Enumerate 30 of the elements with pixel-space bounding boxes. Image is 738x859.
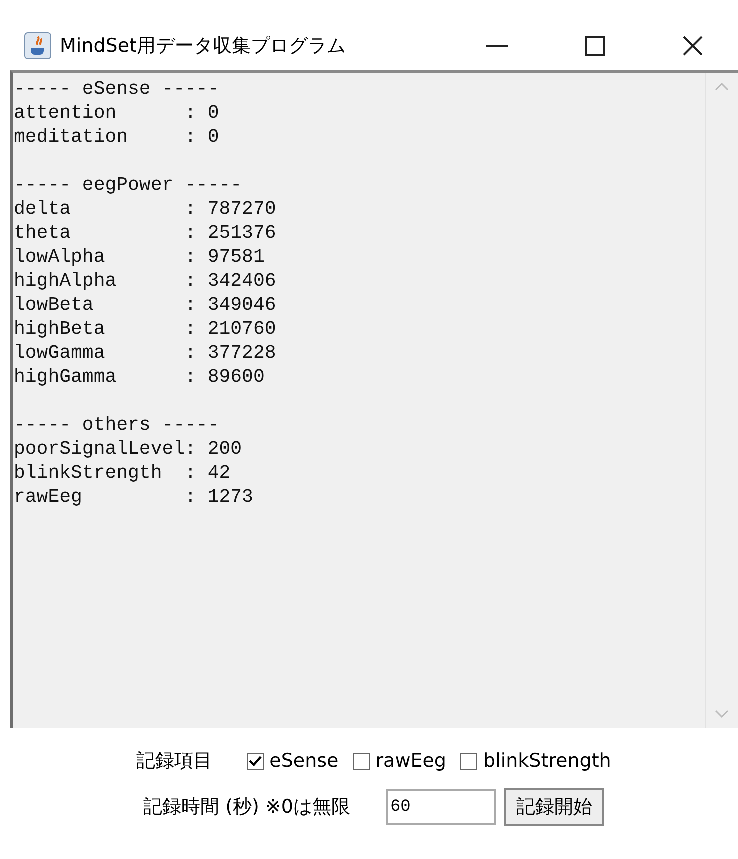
java-app-icon xyxy=(24,32,52,60)
output-line: blinkStrength : 42 xyxy=(14,461,231,485)
output-line: lowAlpha : 97581 xyxy=(14,245,265,269)
output-line: highAlpha : 342406 xyxy=(14,269,276,293)
start-record-button[interactable]: 記録開始 xyxy=(504,788,604,826)
output-line: theta : 251376 xyxy=(14,221,276,245)
checkbox-option[interactable]: eSense xyxy=(246,750,339,772)
output-line: highGamma : 89600 xyxy=(14,365,265,389)
checkbox-option[interactable]: blinkStrength xyxy=(460,750,612,772)
output-line: poorSignalLevel: 200 xyxy=(14,437,242,461)
output-line: rawEeg : 1273 xyxy=(14,485,254,509)
record-time-label: 記録時間 (秒) ※0は無限 xyxy=(144,795,350,820)
record-items-label: 記録項目 xyxy=(136,749,213,774)
close-icon[interactable] xyxy=(683,36,703,56)
output-line: meditation : 0 xyxy=(14,125,220,149)
window-title: MindSet用データ収集プログラム xyxy=(60,34,347,59)
record-time-field[interactable]: 60 xyxy=(386,789,496,825)
output-line: delta : 787270 xyxy=(14,197,276,221)
checkmark-icon xyxy=(248,756,262,766)
section-heading: ----- others ----- xyxy=(14,413,220,437)
output-line: attention : 0 xyxy=(14,101,220,125)
output-line: lowBeta : 349046 xyxy=(14,293,276,317)
scroll-up-icon[interactable] xyxy=(715,83,729,91)
maximize-icon[interactable] xyxy=(585,36,605,56)
output-line: lowGamma : 377228 xyxy=(14,341,276,365)
output-line: highBeta : 210760 xyxy=(14,317,276,341)
checkbox-option[interactable]: rawEeg xyxy=(352,750,446,772)
scroll-down-icon[interactable] xyxy=(715,710,729,718)
section-heading: ----- eegPower ----- xyxy=(14,173,242,197)
section-heading: ----- eSense ----- xyxy=(14,77,220,101)
